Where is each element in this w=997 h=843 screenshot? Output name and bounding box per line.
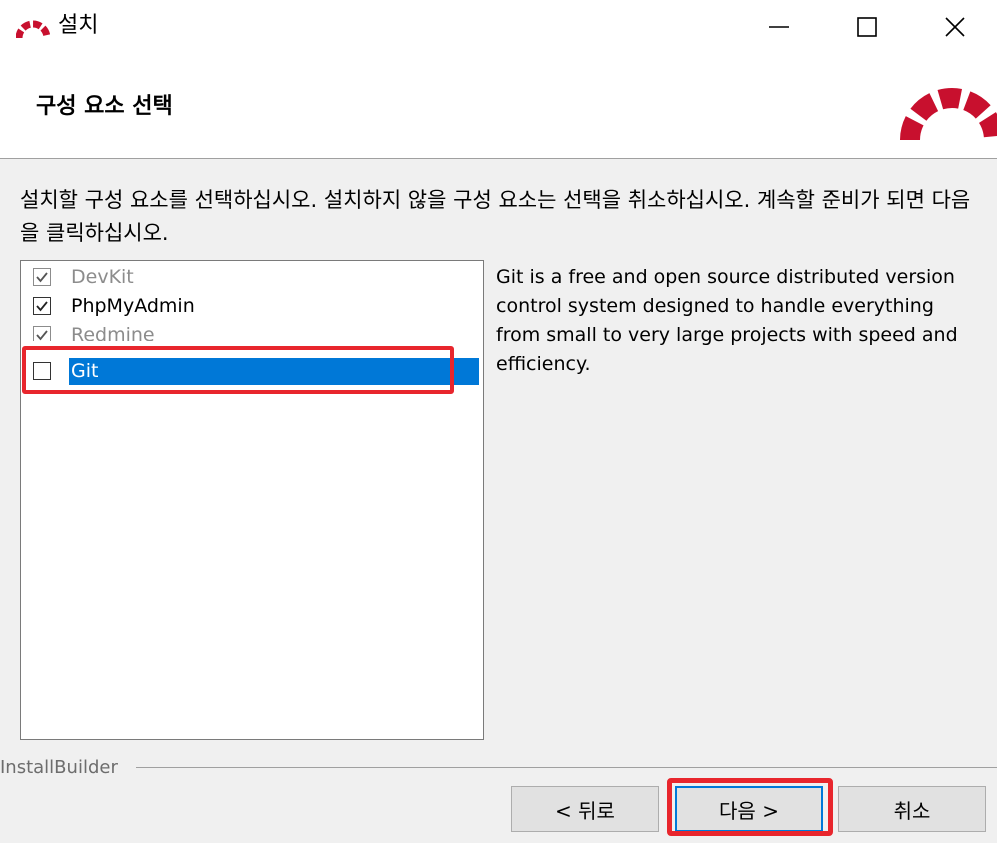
back-button[interactable]: < 뒤로 [511, 786, 659, 832]
list-item-phpmyadmin[interactable]: PhpMyAdmin [21, 292, 483, 321]
component-list[interactable]: DevKit PhpMyAdmin Redmine Git [20, 260, 484, 740]
list-item-label: Redmine [71, 324, 155, 341]
page-title: 구성 요소 선택 [36, 94, 173, 119]
close-icon [945, 17, 965, 37]
close-button[interactable] [911, 0, 997, 54]
list-item-devkit[interactable]: DevKit [21, 263, 483, 292]
checkmark-icon [36, 272, 48, 283]
annotation-highlight-git [22, 346, 454, 394]
maximize-button[interactable] [823, 0, 911, 54]
annotation-highlight-next [667, 778, 833, 836]
instructions-text: 설치할 구성 요소를 선택하십시오. 설치하지 않을 구성 요소는 선택을 취소… [20, 188, 971, 245]
component-description: Git is a free and open source distribute… [496, 266, 958, 375]
bitnami-arch-logo [900, 88, 997, 141]
window-title: 설치 [58, 13, 99, 38]
minimize-icon [769, 26, 789, 28]
minimize-button[interactable] [735, 0, 823, 54]
checkbox-phpmyadmin[interactable] [33, 297, 51, 315]
title-bar: 설치 [0, 0, 997, 54]
footer-divider [136, 767, 997, 768]
bitnami-arch-icon [16, 20, 50, 39]
checkbox-redmine[interactable] [33, 326, 51, 341]
maximize-icon [857, 17, 877, 37]
checkmark-icon [36, 301, 48, 312]
installbuilder-label: InstallBuilder [0, 757, 122, 779]
checkmark-icon [36, 330, 48, 341]
list-item-label: PhpMyAdmin [71, 295, 195, 317]
checkbox-devkit[interactable] [33, 268, 51, 286]
wizard-header: 구성 요소 선택 [0, 54, 997, 159]
list-item-label: DevKit [71, 266, 134, 288]
list-item-redmine[interactable]: Redmine [21, 321, 483, 341]
cancel-button[interactable]: 취소 [838, 786, 986, 832]
